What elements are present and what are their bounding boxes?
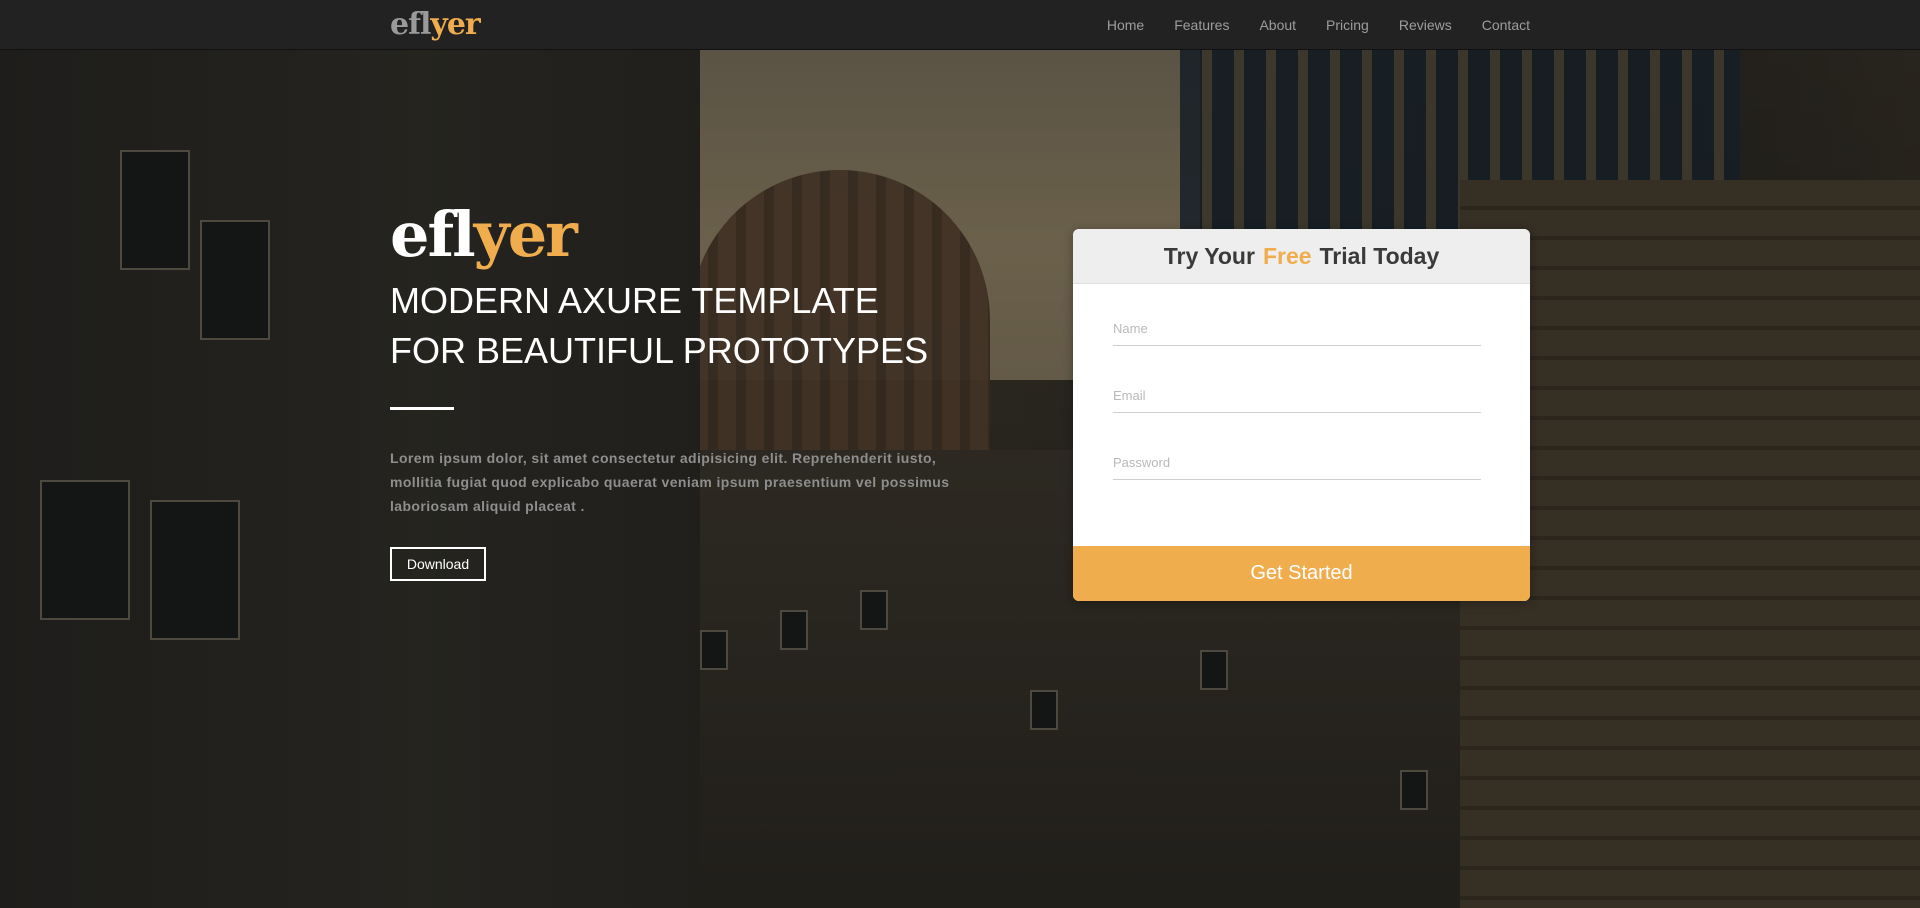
- nav-item-home[interactable]: Home: [1107, 17, 1144, 33]
- hero-title-part1: efl: [390, 198, 476, 271]
- hero-title-part2: yer: [473, 198, 578, 271]
- hero-title: eflyer: [390, 195, 578, 275]
- email-input[interactable]: [1113, 379, 1481, 413]
- nav-menu: Home Features About Pricing Reviews Cont…: [1107, 0, 1530, 50]
- password-input[interactable]: [1113, 446, 1481, 480]
- nav-item-features[interactable]: Features: [1174, 17, 1229, 33]
- trial-form: [1073, 284, 1530, 546]
- name-input[interactable]: [1113, 312, 1481, 346]
- brand-logo[interactable]: eflyer: [390, 5, 481, 45]
- nav-item-reviews[interactable]: Reviews: [1399, 17, 1452, 33]
- hero-subtitle-line1: MODERN AXURE TEMPLATE: [390, 280, 879, 321]
- hero-subtitle-line2: FOR BEAUTIFUL PROTOTYPES: [390, 330, 929, 371]
- bg-dark-overlay: [0, 50, 1920, 908]
- hero-section: [0, 50, 1920, 908]
- trial-heading-pre: Try Your: [1163, 242, 1255, 269]
- hero-subtitle: MODERN AXURE TEMPLATE FOR BEAUTIFUL PROT…: [390, 276, 990, 376]
- download-button[interactable]: Download: [390, 547, 486, 581]
- brand-logo-part2: yer: [430, 7, 480, 42]
- nav-item-pricing[interactable]: Pricing: [1326, 17, 1369, 33]
- trial-signup-card: Try Your Free Trial Today Get Started: [1073, 229, 1530, 601]
- hero-description: Lorem ipsum dolor, sit amet consectetur …: [390, 450, 950, 514]
- get-started-button[interactable]: Get Started: [1073, 546, 1530, 601]
- nav-item-contact[interactable]: Contact: [1482, 17, 1530, 33]
- trial-heading-free: Free: [1262, 242, 1312, 269]
- brand-logo-part1: efl: [390, 7, 431, 42]
- navbar: eflyer Home Features About Pricing Revie…: [0, 0, 1920, 50]
- trial-heading-post: Trial Today: [1319, 242, 1440, 269]
- hero-divider: [390, 407, 454, 410]
- trial-card-heading: Try Your Free Trial Today: [1073, 229, 1530, 284]
- nav-item-about[interactable]: About: [1259, 17, 1296, 33]
